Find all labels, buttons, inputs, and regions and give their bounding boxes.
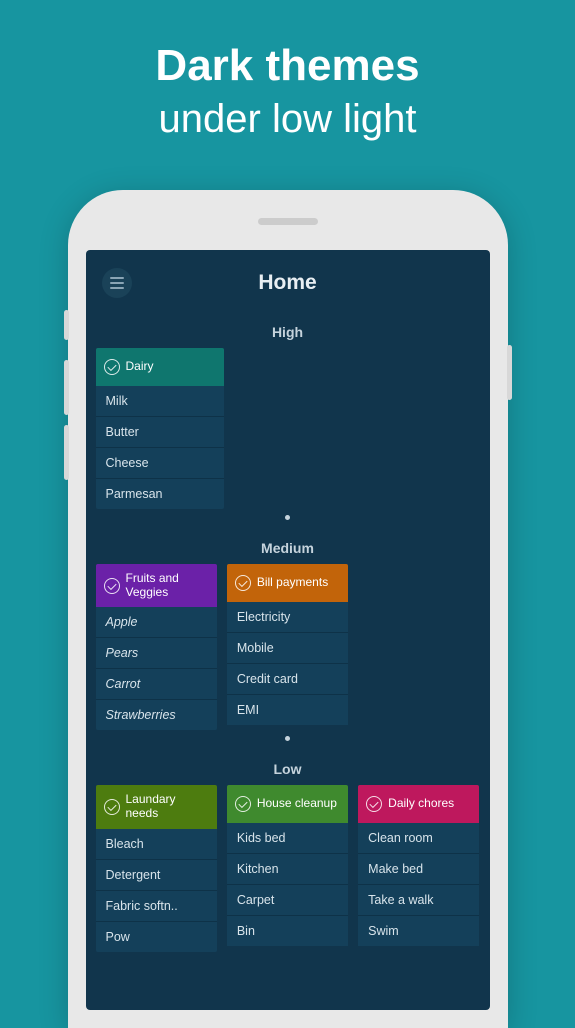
promo-line-2: under low light bbox=[20, 93, 555, 145]
check-circle-icon bbox=[366, 796, 382, 812]
list-item[interactable]: Butter bbox=[96, 417, 224, 448]
list-item[interactable]: Kids bed bbox=[227, 823, 348, 854]
menu-button[interactable] bbox=[102, 268, 132, 298]
phone-speaker bbox=[258, 218, 318, 225]
list-item[interactable]: Strawberries bbox=[96, 700, 217, 730]
list-item[interactable]: Take a walk bbox=[358, 885, 479, 916]
check-circle-icon bbox=[104, 359, 120, 375]
page-title: Home bbox=[258, 271, 316, 295]
hamburger-icon bbox=[110, 277, 124, 279]
section-divider-dot bbox=[285, 515, 290, 520]
list-item[interactable]: Parmesan bbox=[96, 479, 224, 509]
card-title: Fruits and Veggies bbox=[126, 572, 209, 600]
list-item[interactable]: Swim bbox=[358, 916, 479, 946]
card-house-cleanup[interactable]: House cleanup Kids bed Kitchen Carpet Bi… bbox=[227, 785, 348, 952]
list-item[interactable]: Carrot bbox=[96, 669, 217, 700]
list-item[interactable]: Detergent bbox=[96, 860, 217, 891]
list-item[interactable]: Kitchen bbox=[227, 854, 348, 885]
list-item[interactable]: Milk bbox=[96, 386, 224, 417]
section-medium: Medium Fruits and Veggies Apple Pears Ca… bbox=[86, 526, 490, 731]
phone-frame: Home High Dairy Milk Butter Cheese Parme… bbox=[68, 190, 508, 1028]
card-header[interactable]: Daily chores bbox=[358, 785, 479, 823]
list-item[interactable]: EMI bbox=[227, 695, 348, 725]
phone-volume-up bbox=[64, 360, 69, 415]
section-label-medium: Medium bbox=[86, 528, 490, 564]
list-item[interactable]: Apple bbox=[96, 607, 217, 638]
section-divider-dot bbox=[285, 736, 290, 741]
card-header[interactable]: Bill payments bbox=[227, 564, 348, 602]
phone-power-button bbox=[507, 345, 512, 400]
phone-volume-down bbox=[64, 425, 69, 480]
card-header[interactable]: House cleanup bbox=[227, 785, 348, 823]
card-title: Bill payments bbox=[257, 576, 328, 590]
card-bill-payments[interactable]: Bill payments Electricity Mobile Credit … bbox=[227, 564, 348, 731]
card-title: House cleanup bbox=[257, 797, 337, 811]
section-low: Low Laundary needs Bleach Detergent Fabr… bbox=[86, 747, 490, 952]
list-item[interactable]: Pears bbox=[96, 638, 217, 669]
check-circle-icon bbox=[104, 578, 120, 594]
app-header: Home bbox=[86, 250, 490, 308]
list-item[interactable]: Make bed bbox=[358, 854, 479, 885]
card-title: Dairy bbox=[126, 360, 154, 374]
card-header[interactable]: Laundary needs bbox=[96, 785, 217, 829]
card-title: Laundary needs bbox=[126, 793, 209, 821]
check-circle-icon bbox=[235, 575, 251, 591]
card-title: Daily chores bbox=[388, 797, 454, 811]
list-item[interactable]: Cheese bbox=[96, 448, 224, 479]
card-dairy[interactable]: Dairy Milk Butter Cheese Parmesan bbox=[96, 348, 224, 509]
check-circle-icon bbox=[235, 796, 251, 812]
card-daily-chores[interactable]: Daily chores Clean room Make bed Take a … bbox=[358, 785, 479, 952]
card-laundry-needs[interactable]: Laundary needs Bleach Detergent Fabric s… bbox=[96, 785, 217, 952]
app-screen: Home High Dairy Milk Butter Cheese Parme… bbox=[86, 250, 490, 1010]
card-header[interactable]: Dairy bbox=[96, 348, 224, 386]
list-item[interactable]: Carpet bbox=[227, 885, 348, 916]
list-item[interactable]: Bin bbox=[227, 916, 348, 946]
list-item[interactable]: Credit card bbox=[227, 664, 348, 695]
phone-mute-button bbox=[64, 310, 69, 340]
section-label-low: Low bbox=[86, 749, 490, 785]
section-high: High Dairy Milk Butter Cheese Parmesan bbox=[86, 308, 490, 509]
promo-line-1: Dark themes bbox=[20, 40, 555, 93]
promo-banner: Dark themes under low light bbox=[0, 0, 575, 165]
list-item[interactable]: Fabric softn.. bbox=[96, 891, 217, 922]
card-fruits-veggies[interactable]: Fruits and Veggies Apple Pears Carrot St… bbox=[96, 564, 217, 731]
list-item[interactable]: Bleach bbox=[96, 829, 217, 860]
list-item[interactable]: Pow bbox=[96, 922, 217, 952]
section-label-high: High bbox=[86, 312, 490, 348]
check-circle-icon bbox=[104, 799, 120, 815]
card-header[interactable]: Fruits and Veggies bbox=[96, 564, 217, 608]
list-item[interactable]: Clean room bbox=[358, 823, 479, 854]
list-item[interactable]: Electricity bbox=[227, 602, 348, 633]
list-item[interactable]: Mobile bbox=[227, 633, 348, 664]
